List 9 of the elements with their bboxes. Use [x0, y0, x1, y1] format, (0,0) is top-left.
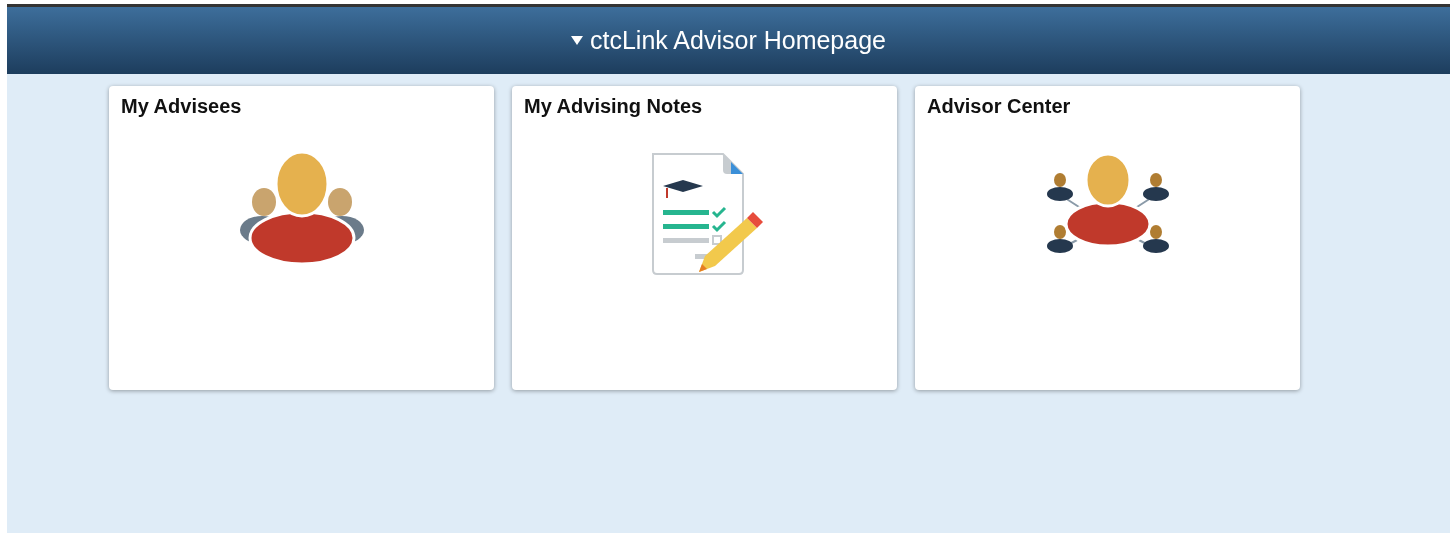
homepage-tile[interactable]: My Advisees: [109, 86, 494, 390]
homepage-title-dropdown[interactable]: ctcLink Advisor Homepage: [571, 26, 886, 55]
tile-title: Advisor Center: [927, 95, 1071, 118]
caret-icon: [571, 36, 583, 45]
people-group-icon: [239, 152, 364, 264]
tile-title: My Advisees: [121, 95, 242, 118]
tile-title: My Advising Notes: [524, 95, 703, 118]
homepage-tile[interactable]: My Advising Notes: [512, 86, 897, 390]
homepage-tile[interactable]: Advisor Center: [915, 86, 1300, 390]
